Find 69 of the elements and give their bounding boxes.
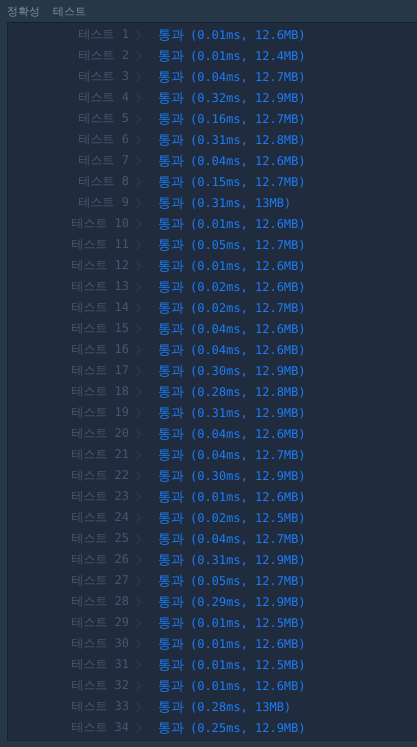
- status-text: 통과: [158, 236, 184, 254]
- result-text: (0.05ms, 12.7MB): [190, 238, 306, 252]
- result-text: (0.04ms, 12.6MB): [190, 342, 306, 356]
- status-text: 통과: [158, 300, 184, 316]
- result-text: (0.01ms, 12.6MB): [190, 258, 306, 272]
- status-text: 통과: [158, 426, 184, 442]
- status-text: 통과: [158, 384, 184, 400]
- result-text: (0.01ms, 12.4MB): [190, 48, 306, 62]
- result-text: (0.02ms, 12.7MB): [190, 300, 306, 314]
- result-text: (0.02ms, 12.5MB): [190, 510, 306, 524]
- result-text: (0.02ms, 12.6MB): [190, 280, 306, 294]
- status-text: 통과: [158, 110, 184, 128]
- status-text: 통과: [158, 216, 184, 232]
- status-text: 통과: [158, 362, 184, 380]
- status-text: 통과: [158, 530, 184, 548]
- result-text: (0.04ms, 12.6MB): [190, 154, 306, 168]
- result-text: (0.04ms, 12.7MB): [190, 532, 306, 546]
- status-text: 통과: [158, 572, 184, 590]
- result-text: (0.04ms, 12.7MB): [190, 70, 306, 84]
- status-text: 통과: [158, 90, 184, 106]
- status-text: 통과: [158, 510, 184, 526]
- status-text: 통과: [158, 132, 184, 148]
- result-text: (0.28ms, 12.8MB): [190, 384, 306, 398]
- result-text: (0.01ms, 12.6MB): [190, 28, 306, 42]
- result-text: (0.30ms, 12.9MB): [190, 468, 306, 482]
- result-text: (0.30ms, 12.9MB): [190, 364, 306, 378]
- result-text: (0.31ms, 12.9MB): [190, 406, 306, 420]
- result-text: (0.04ms, 12.6MB): [190, 322, 306, 336]
- result-text: (0.31ms, 12.9MB): [190, 552, 306, 566]
- status-text: 통과: [158, 594, 184, 610]
- result-text: (0.05ms, 12.7MB): [190, 574, 306, 588]
- result-text: (0.01ms, 12.5MB): [190, 658, 306, 672]
- status-text: 통과: [158, 678, 184, 694]
- status-text: 통과: [158, 68, 184, 86]
- result-text: (0.01ms, 12.6MB): [190, 216, 306, 230]
- section-title: 정확성 테스트: [7, 4, 88, 20]
- status-text: 통과: [158, 720, 184, 736]
- status-text: 통과: [158, 468, 184, 484]
- status-text: 통과: [158, 636, 184, 652]
- status-text: 통과: [158, 258, 184, 274]
- status-text: 통과: [158, 48, 184, 64]
- result-text: (0.01ms, 12.6MB): [190, 636, 306, 650]
- result-text: (0.29ms, 12.9MB): [190, 594, 306, 608]
- status-text: 통과: [158, 278, 184, 296]
- result-text: (0.31ms, 13MB): [190, 196, 292, 210]
- status-text: 통과: [158, 698, 184, 716]
- status-text: 통과: [158, 152, 184, 170]
- result-text: (0.28ms, 13MB): [190, 700, 292, 714]
- result-text: (0.04ms, 12.7MB): [190, 448, 306, 462]
- result-text: (0.01ms, 12.6MB): [190, 490, 306, 504]
- status-text: 통과: [158, 488, 184, 506]
- status-text: 통과: [158, 656, 184, 674]
- status-text: 통과: [158, 342, 184, 358]
- result-text: (0.25ms, 12.9MB): [190, 720, 306, 734]
- status-text: 통과: [158, 446, 184, 464]
- result-text: (0.01ms, 12.6MB): [190, 678, 306, 692]
- status-text: 통과: [158, 26, 184, 44]
- status-text: 통과: [158, 194, 184, 212]
- status-text: 통과: [158, 404, 184, 422]
- result-text: (0.04ms, 12.6MB): [190, 426, 306, 440]
- status-text: 통과: [158, 174, 184, 190]
- result-text: (0.15ms, 12.7MB): [190, 174, 306, 188]
- result-text: (0.32ms, 12.9MB): [190, 90, 306, 104]
- result-text: (0.16ms, 12.7MB): [190, 112, 306, 126]
- status-text: 통과: [158, 552, 184, 568]
- status-text: 통과: [158, 320, 184, 338]
- result-text: (0.31ms, 12.8MB): [190, 132, 306, 146]
- result-text: (0.01ms, 12.5MB): [190, 616, 306, 630]
- status-text: 통과: [158, 614, 184, 632]
